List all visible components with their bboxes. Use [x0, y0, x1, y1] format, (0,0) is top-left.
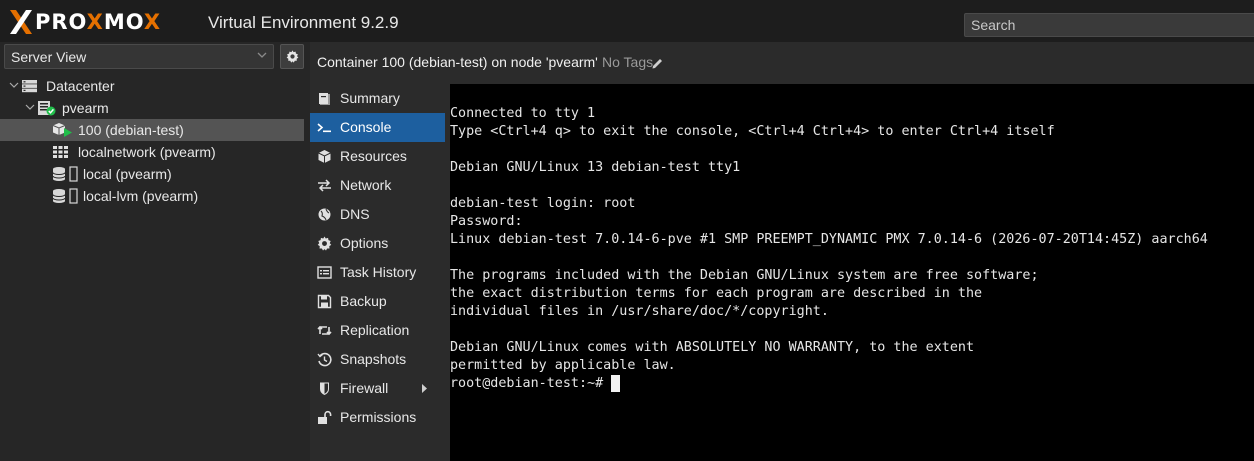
tree-settings-button[interactable]: [280, 44, 304, 69]
tree-item-label: pvearm: [62, 100, 109, 116]
proxmox-wordmark: PROXMOX: [35, 10, 162, 34]
console-line: The programs included with the Debian GN…: [450, 268, 1039, 283]
tree-item-label: local-lvm (pvearm): [83, 188, 199, 204]
top-header: PROXMOX Virtual Environment 9.2.9: [0, 0, 1254, 42]
resource-tree: Datacenter pvearm 100 (debian-test) loca…: [0, 75, 304, 207]
console-line: Debian GNU/Linux comes with ABSOLUTELY N…: [450, 340, 975, 355]
menu-item-replication[interactable]: Replication: [310, 316, 445, 345]
datacenter-icon: [22, 80, 37, 93]
menu-item-resources[interactable]: Resources: [310, 142, 445, 171]
menu-item-console[interactable]: Console: [310, 113, 445, 142]
menu-item-label: DNS: [340, 206, 370, 222]
menu-item-summary[interactable]: Summary: [310, 84, 445, 113]
menu-item-label: Replication: [340, 322, 410, 338]
console-prompt-line: root@debian-test:~#: [450, 375, 1208, 393]
globe-icon: [318, 208, 331, 221]
console-line: Password:: [450, 214, 523, 229]
console-line: Connected to tty 1: [450, 106, 596, 121]
exchange-icon: [318, 179, 331, 192]
console-line: debian-test login: root: [450, 196, 636, 211]
storage-icon: [52, 188, 78, 204]
console-line: Linux debian-test 7.0.14-6-pve #1 SMP PR…: [450, 232, 1208, 247]
menu-item-label: Options: [340, 235, 389, 251]
floppy-icon: [317, 294, 332, 309]
tree-item-node-pvearm[interactable]: pvearm: [0, 97, 304, 119]
menu-item-backup[interactable]: Backup: [310, 287, 445, 316]
history-icon: [317, 352, 332, 367]
menu-item-snapshots[interactable]: Snapshots: [310, 345, 445, 374]
gear-icon: [317, 236, 332, 251]
tree-item-label: 100 (debian-test): [78, 122, 184, 138]
content-header: Container 100 (debian-test) on node 'pve…: [310, 42, 1254, 84]
menu-item-options[interactable]: Options: [310, 229, 445, 258]
view-select-value: Server View: [11, 49, 87, 65]
tree-item-localnetwork[interactable]: localnetwork (pvearm): [0, 141, 304, 163]
console-line: the exact distribution terms for each pr…: [450, 286, 983, 301]
console-line: Debian GNU/Linux 13 debian-test tty1: [450, 160, 741, 175]
proxmox-logo[interactable]: PROXMOX: [8, 9, 161, 35]
unlock-icon: [318, 410, 332, 424]
menu-item-permissions[interactable]: Permissions: [310, 403, 445, 432]
menu-item-firewall[interactable]: Firewall: [310, 374, 445, 403]
menu-item-dns[interactable]: DNS: [310, 200, 445, 229]
menu-item-label: Task History: [340, 264, 417, 280]
cube-icon: [318, 150, 331, 163]
tree-item-storage-local-lvm[interactable]: local-lvm (pvearm): [0, 185, 304, 207]
menu-item-network[interactable]: Network: [310, 171, 445, 200]
storage-icon: [52, 166, 78, 182]
console-prompt: root@debian-test:~#: [450, 376, 604, 391]
menu-item-label: Network: [340, 177, 392, 193]
menu-item-label: Resources: [340, 148, 407, 164]
container-running-icon: [52, 123, 72, 137]
shield-icon: [320, 382, 329, 395]
menu-item-label: Permissions: [340, 409, 417, 425]
sdn-network-icon: [53, 146, 68, 158]
menu-item-label: Summary: [340, 90, 400, 106]
gear-icon: [286, 50, 298, 63]
text-cursor: [611, 375, 621, 392]
tags-label: No Tags: [602, 54, 654, 70]
view-select[interactable]: Server View: [4, 44, 274, 69]
list-alt-icon: [317, 266, 332, 279]
menu-item-label: Firewall: [340, 380, 389, 396]
expand-toggle-icon[interactable]: [9, 80, 19, 90]
tree-item-datacenter[interactable]: Datacenter: [0, 75, 304, 97]
console-line: individual files in /usr/share/doc/*/cop…: [450, 304, 829, 319]
tree-item-label: local (pvearm): [83, 166, 172, 182]
tree-item-container-100[interactable]: 100 (debian-test): [0, 119, 304, 141]
menu-item-label: Console: [340, 119, 392, 135]
pencil-icon[interactable]: [651, 57, 664, 70]
console-line: Type <Ctrl+4 q> to exit the console, <Ct…: [450, 124, 1055, 139]
book-icon: [319, 93, 330, 105]
node-online-icon: [38, 101, 56, 116]
expand-toggle-icon[interactable]: [25, 102, 35, 112]
terminal-console[interactable]: Connected to tty 1 Type <Ctrl+4 q> to ex…: [450, 84, 1254, 461]
terminal-icon: [317, 123, 331, 133]
tree-item-label: localnetwork (pvearm): [78, 144, 216, 160]
tree-item-storage-local[interactable]: local (pvearm): [0, 163, 304, 185]
retweet-icon: [317, 325, 332, 336]
container-menu: Summary Console Resources Network DNS Op…: [310, 84, 445, 461]
submenu-arrow-icon: [422, 384, 427, 393]
console-output: Connected to tty 1 Type <Ctrl+4 q> to ex…: [450, 105, 1208, 393]
menu-item-task-history[interactable]: Task History: [310, 258, 445, 287]
menu-item-label: Snapshots: [340, 351, 407, 367]
console-line: permitted by applicable law.: [450, 358, 676, 373]
console-panel: Connected to tty 1 Type <Ctrl+4 q> to ex…: [445, 84, 1254, 461]
menu-item-label: Backup: [340, 293, 387, 309]
tree-item-label: Datacenter: [46, 78, 115, 94]
chevron-down-icon: [257, 52, 267, 58]
search-input[interactable]: [964, 13, 1254, 37]
resource-tree-panel: Server View Datacenter pvearm 100 (debia…: [0, 42, 304, 461]
proxmox-x-icon: [10, 10, 32, 34]
app-title: Virtual Environment 9.2.9: [208, 13, 399, 32]
page-title: Container 100 (debian-test) on node 'pve…: [317, 54, 598, 70]
